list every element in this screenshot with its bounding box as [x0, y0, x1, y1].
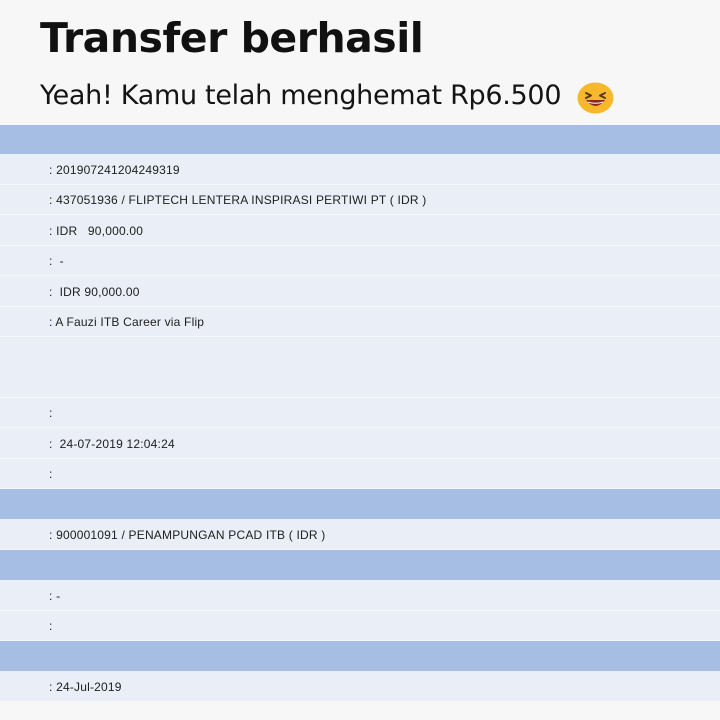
receipt-row: : 900001091 / PENAMPUNGAN PCAD ITB ( IDR… — [0, 519, 720, 550]
receipt-row: : 437051936 / FLIPTECH LENTERA INSPIRASI… — [0, 185, 720, 215]
receipt-row: : IDR 90,000.00 — [0, 215, 720, 246]
receipt-row: : - — [0, 246, 720, 276]
receipt-row: : — [0, 611, 720, 641]
dash-value: : - — [49, 589, 61, 603]
empty-value: : — [49, 467, 53, 481]
amount-value: : IDR 90,000.00 — [49, 224, 144, 238]
receipt-row: : IDR 90,000.00 — [0, 276, 720, 307]
receipt-row: : - — [0, 580, 720, 611]
receipt-row: : 201907241204249319 — [0, 154, 720, 185]
reference-number: : 201907241204249319 — [49, 163, 180, 177]
receipt-row: : — [0, 459, 720, 489]
section-band — [0, 550, 720, 580]
receipt-row: : — [0, 398, 720, 428]
transaction-datetime: : 24-07-2019 12:04:24 — [49, 437, 175, 451]
destination-account: : 900001091 / PENAMPUNGAN PCAD ITB ( IDR… — [49, 528, 326, 542]
section-band — [0, 641, 720, 671]
savings-message: Yeah! Kamu telah menghemat Rp6.500 — [40, 80, 562, 111]
transaction-date: : 24-Jul-2019 — [49, 680, 122, 694]
page-title: Transfer berhasil — [40, 14, 424, 62]
receipt-row: : 24-Jul-2019 — [0, 671, 720, 702]
section-band — [0, 489, 720, 519]
receipt-row — [0, 337, 720, 398]
grinning-squinting-face-icon — [577, 82, 614, 114]
source-account: : 437051936 / FLIPTECH LENTERA INSPIRASI… — [49, 193, 427, 207]
header: Transfer berhasil Yeah! Kamu telah mengh… — [0, 0, 720, 125]
empty-value: : — [49, 406, 53, 420]
remark-value: : A Fauzi ITB Career via Flip — [49, 315, 205, 329]
fee-value: : - — [49, 254, 64, 268]
total-value: : IDR 90,000.00 — [49, 285, 140, 299]
section-band — [0, 125, 720, 154]
receipt-row: : A Fauzi ITB Career via Flip — [0, 307, 720, 337]
receipt-row: : 24-07-2019 12:04:24 — [0, 428, 720, 459]
empty-value: : — [49, 619, 53, 633]
